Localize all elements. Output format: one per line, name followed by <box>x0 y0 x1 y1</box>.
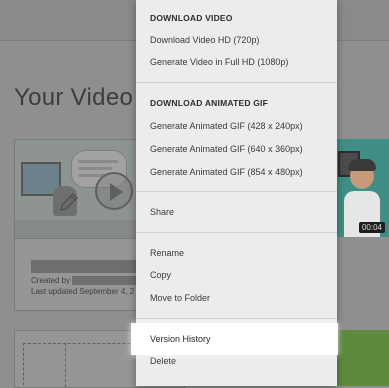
created-by-label: Created by <box>31 276 71 285</box>
thumbnail-layout-divider <box>65 343 67 387</box>
menu-item-generate-full-hd[interactable]: Generate Video in Full HD (1080p) <box>150 57 288 67</box>
duration-badge: 00:04 <box>358 222 385 233</box>
bubble-line <box>78 167 112 170</box>
menu-item-version-history-label: Version History <box>150 334 211 344</box>
bubble-line <box>78 160 118 163</box>
menu-item-share[interactable]: Share <box>150 207 174 217</box>
menu-separator <box>136 191 337 192</box>
menu-item-copy[interactable]: Copy <box>150 270 171 280</box>
pencil-icon[interactable] <box>59 192 79 212</box>
thumbnail-desk <box>15 220 145 238</box>
menu-item-delete[interactable]: Delete <box>150 356 176 366</box>
menu-item-gif-640[interactable]: Generate Animated GIF (640 x 360px) <box>150 144 303 154</box>
menu-separator <box>136 318 337 319</box>
video-name-redacted <box>31 260 145 273</box>
menu-item-download-hd[interactable]: Download Video HD (720p) <box>150 35 259 45</box>
thumbnail-character-hair <box>348 159 376 171</box>
menu-separator <box>136 82 337 83</box>
menu-header-download-gif: DOWNLOAD ANIMATED GIF <box>150 98 268 108</box>
creator-name-redacted <box>72 276 145 285</box>
last-updated-text: Last updated September 4, 2 <box>31 287 135 296</box>
menu-separator <box>136 232 337 233</box>
play-button[interactable] <box>95 172 133 210</box>
card-divider <box>15 238 145 239</box>
video-card[interactable]: 00:04 <box>336 139 389 237</box>
menu-item-gif-428[interactable]: Generate Animated GIF (428 x 240px) <box>150 121 303 131</box>
video-thumbnail[interactable] <box>15 140 145 238</box>
menu-item-gif-854[interactable]: Generate Animated GIF (854 x 480px) <box>150 167 303 177</box>
menu-header-download-video: DOWNLOAD VIDEO <box>150 13 233 23</box>
menu-item-move-to-folder[interactable]: Move to Folder <box>150 293 210 303</box>
play-icon <box>110 183 123 201</box>
menu-item-rename[interactable]: Rename <box>150 248 184 258</box>
page-title: Your Videos <box>14 84 134 111</box>
video-card[interactable]: Created by Last updated September 4, 2 <box>14 139 146 311</box>
